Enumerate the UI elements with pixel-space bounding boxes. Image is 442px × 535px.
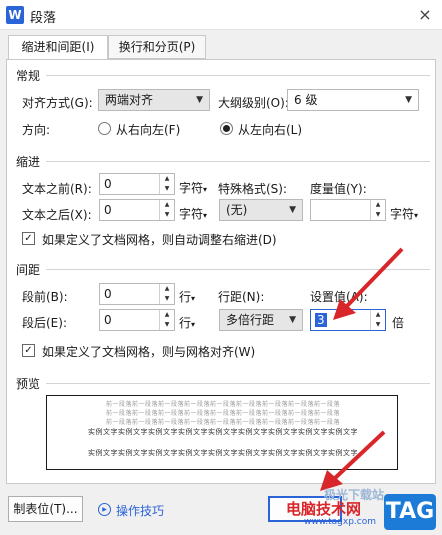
watermark-tag-logo: TAG xyxy=(384,494,436,530)
red-arrow xyxy=(332,430,386,481)
watermark-url: www.tagxp.com xyxy=(304,517,376,527)
annotation-arrows xyxy=(320,247,404,491)
watermark-site-name: 电脑技术网 xyxy=(286,500,362,518)
red-arrow xyxy=(344,247,404,309)
